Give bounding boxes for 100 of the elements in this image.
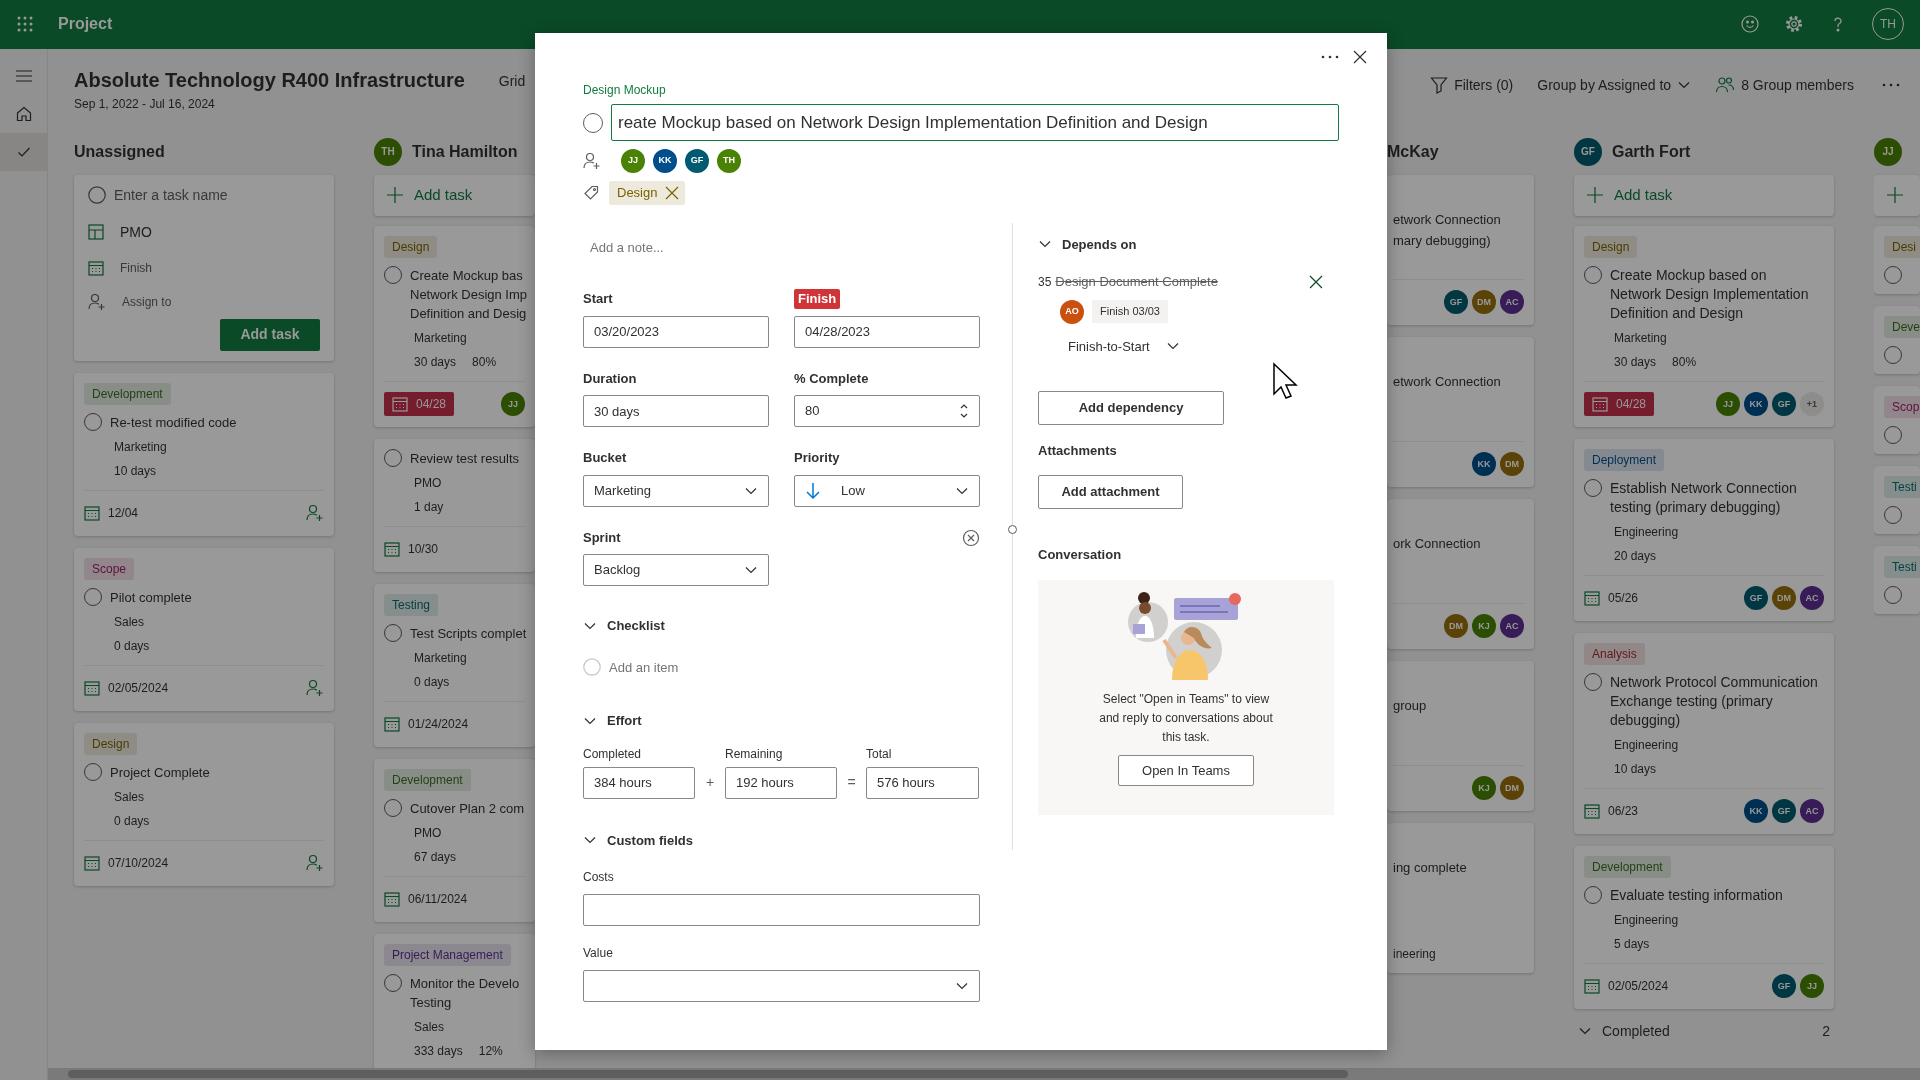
- clear-icon[interactable]: [962, 528, 980, 547]
- task-card[interactable]: Testi: [1874, 545, 1920, 614]
- task-card[interactable]: ork Connection DM KJ AC: [1387, 498, 1534, 649]
- assign-person-icon[interactable]: [306, 854, 324, 873]
- scrollbar-track[interactable]: [48, 1068, 1920, 1080]
- task-card[interactable]: Scop: [1874, 385, 1920, 454]
- task-title: Review test results: [410, 449, 520, 468]
- add-dependency-button[interactable]: Add dependency: [1038, 391, 1224, 425]
- user-avatar: AO: [1060, 299, 1084, 324]
- field-label: Start: [583, 290, 613, 308]
- task-card[interactable]: Development Cutover Plan 2 com PMO 67 days 06/11/2024: [374, 758, 535, 922]
- task-card[interactable]: Design Project Complete Sales 0 days 07/10/2024: [74, 722, 334, 886]
- due-date: 07/10/2024: [108, 855, 169, 873]
- resize-handle[interactable]: [1008, 524, 1017, 534]
- add-task-button[interactable]: Add task: [1574, 174, 1834, 216]
- task-duration: 1 day: [414, 498, 444, 516]
- section-title: Conversation: [1038, 545, 1123, 564]
- remove-label-icon[interactable]: [665, 185, 680, 200]
- task-card[interactable]: Deployment Establish Network Connection testing (primary debugging) Engineering 20 days 05/26 GF DM AC: [1574, 438, 1834, 621]
- task-duration: 0 days: [114, 812, 150, 830]
- due-date: 06/23: [1608, 803, 1639, 821]
- section-toggle[interactable]: Effort: [583, 711, 642, 731]
- settings-icon[interactable]: [1784, 14, 1804, 35]
- spinner-arrows-icon[interactable]: [959, 402, 969, 420]
- task-card[interactable]: Deve: [1874, 305, 1920, 374]
- bucket-picker[interactable]: PMO: [120, 221, 152, 243]
- assign-picker[interactable]: Assign to: [122, 292, 172, 311]
- field-label: Costs: [583, 870, 614, 884]
- due-date: 12/04: [108, 505, 139, 523]
- task-name-field[interactable]: Enter a task name: [114, 184, 314, 206]
- calendar-icon: [84, 855, 100, 872]
- dependency-type-dropdown[interactable]: Finish-to-Start: [1038, 335, 1186, 357]
- user-avatar: DM: [1500, 776, 1524, 801]
- user-avatar: DM: [1500, 452, 1524, 477]
- filters-button[interactable]: Filters (0): [1430, 74, 1514, 96]
- assign-person-icon[interactable]: [306, 679, 324, 698]
- task-title-field[interactable]: reate Mockup based on Network Design Implementation Definition and Design: [611, 104, 1339, 141]
- sprint-dropdown[interactable]: Backlog: [583, 554, 769, 586]
- add-task-button[interactable]: Add task: [220, 318, 320, 351]
- field-label: Duration: [583, 369, 637, 388]
- field-label: Bucket: [583, 449, 627, 467]
- scrollbar-thumb[interactable]: [68, 1070, 1348, 1078]
- priority-dropdown[interactable]: Low: [794, 474, 980, 507]
- menu-icon[interactable]: [14, 68, 33, 83]
- section-toggle[interactable]: Depends on: [1038, 234, 1137, 254]
- bucket-dropdown[interactable]: Marketing: [583, 474, 769, 507]
- effort-field[interactable]: 192 hours: [725, 766, 837, 799]
- members-button[interactable]: 8 Group members: [1715, 74, 1854, 96]
- task-duration: 20 days: [1614, 547, 1657, 565]
- calendar-icon: [84, 680, 100, 697]
- task-card[interactable]: etwork Connection mary debugging) GF DM AC: [1387, 174, 1534, 325]
- task-card[interactable]: ing complete ineering: [1387, 822, 1534, 973]
- task-card[interactable]: Development Re-test modified code Marketing 10 days 12/04: [74, 372, 334, 536]
- add-attachment-button[interactable]: Add attachment: [1038, 474, 1183, 509]
- completed-count: 2: [1822, 1021, 1830, 1041]
- dependency-title[interactable]: Design Document Complete: [1055, 272, 1218, 292]
- task-card[interactable]: Scope Pilot complete Sales 0 days 02/05/2024: [74, 547, 334, 711]
- assign-person-icon[interactable]: [583, 152, 601, 170]
- section-toggle[interactable]: Checklist: [583, 616, 665, 636]
- view-tab[interactable]: Grid: [498, 71, 526, 93]
- app-launcher-icon[interactable]: [16, 15, 34, 34]
- plus-icon: [386, 186, 404, 205]
- close-icon[interactable]: [1353, 50, 1367, 64]
- calendar-icon: [384, 891, 400, 908]
- task-card[interactable]: etwork Connection KK DM: [1387, 336, 1534, 487]
- assign-person-icon[interactable]: [306, 504, 324, 523]
- more-icon[interactable]: [1882, 82, 1900, 89]
- section-toggle[interactable]: Custom fields: [583, 830, 693, 850]
- task-card[interactable]: Testi: [1874, 465, 1920, 534]
- duration-field[interactable]: 30 days: [583, 395, 769, 427]
- custom-dropdown[interactable]: [583, 970, 980, 1002]
- task-card[interactable]: group KJ DM: [1387, 660, 1534, 811]
- group-by-button[interactable]: Group by Assigned to: [1537, 74, 1692, 96]
- custom-text-field[interactable]: [583, 894, 980, 926]
- bucket-link[interactable]: Design Mockup: [583, 81, 666, 99]
- task-card[interactable]: Analysis Network Protocol Communication Exchange testing (primary debugging) Engineering 10 days 06/23 KK GF AC: [1574, 632, 1834, 834]
- add-task-button[interactable]: Add task: [374, 174, 535, 216]
- task-card[interactable]: Testing Test Scripts complet Marketing 0 days 01/24/2024: [374, 583, 535, 747]
- user-avatar: JJ: [501, 392, 525, 417]
- task-title: Definition and Desig: [410, 304, 528, 323]
- start-date-field[interactable]: 03/20/2023: [583, 315, 769, 348]
- task-card[interactable]: Desi: [1874, 225, 1920, 294]
- user-avatar: KK: [1744, 799, 1768, 824]
- smiley-icon[interactable]: [1740, 14, 1760, 35]
- task-card[interactable]: Development Evaluate testing information Engineering 5 days 02/05/2024 GF JJ: [1574, 845, 1834, 1009]
- completed-toggle[interactable]: Completed: [1578, 1020, 1670, 1042]
- task-card[interactable]: Review test results PMO 1 day 10/30: [374, 438, 535, 572]
- bucket-name: Marketing: [414, 649, 467, 667]
- finish-date-picker[interactable]: Finish: [120, 258, 152, 277]
- open-in-teams-button[interactable]: Open In Teams: [1118, 755, 1254, 786]
- percent-complete-field[interactable]: 80: [794, 395, 980, 427]
- add-task-button[interactable]: [1874, 174, 1920, 216]
- bucket-name: Sales: [414, 1018, 445, 1036]
- task-label: Scope: [84, 557, 135, 580]
- remove-dependency-icon[interactable]: [1309, 274, 1323, 289]
- finish-date-field[interactable]: 04/28/2023: [794, 315, 980, 348]
- calendar-icon: [88, 259, 104, 276]
- effort-field[interactable]: 576 hours: [866, 766, 979, 799]
- more-icon[interactable]: [1321, 54, 1339, 60]
- effort-field[interactable]: 384 hours: [583, 766, 695, 799]
